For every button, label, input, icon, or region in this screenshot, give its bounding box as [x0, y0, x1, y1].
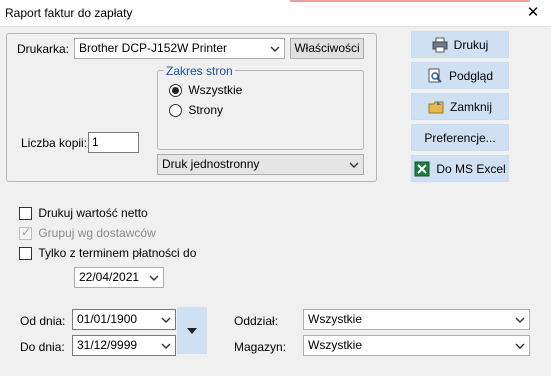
chevron-down-icon [270, 46, 280, 52]
copies-input[interactable]: 1 [88, 132, 139, 153]
radio-pages-label: Strony [188, 103, 224, 117]
preview-button[interactable]: Podgląd [411, 62, 509, 89]
net-value-label: Drukuj wartość netto [38, 206, 148, 220]
excel-icon [414, 161, 430, 176]
excel-export-button[interactable]: Do MS Excel [411, 155, 509, 182]
close-window-icon[interactable]: ✕ [522, 3, 544, 23]
radio-all-label: Wszystkie [188, 83, 243, 97]
due-only-check-indicator [19, 247, 32, 261]
chevron-down-icon [349, 162, 359, 168]
due-date-picker[interactable]: 22/04/2021 [74, 267, 164, 288]
print-button-label: Drukuj [453, 37, 489, 52]
radio-all-indicator [169, 84, 182, 98]
print-button[interactable]: Drukuj [411, 31, 509, 58]
net-value-checkbox[interactable]: Drukuj wartość netto [19, 206, 148, 221]
chevron-down-icon [161, 317, 171, 323]
branch-select-value: Wszystkie [308, 312, 362, 326]
printer-label: Drukarka: [17, 42, 70, 56]
triangle-down-icon [187, 328, 197, 334]
net-value-check-indicator [19, 207, 32, 221]
printer-select-value: Brother DCP-J152W Printer [79, 41, 228, 55]
from-date-label: Od dnia: [20, 314, 66, 328]
group-suppliers-checkbox: Grupuj wg dostawców [19, 225, 156, 241]
from-date-picker[interactable]: 01/01/1900 [72, 309, 176, 330]
due-only-label: Tylko z terminem płatności do [38, 246, 197, 260]
radio-page-range[interactable]: Strony [169, 103, 224, 118]
window-title: Raport faktur do zapłaty [5, 6, 133, 20]
preview-icon [428, 68, 442, 83]
close-folder-icon [428, 100, 444, 113]
printer-select[interactable]: Brother DCP-J152W Printer [74, 38, 285, 59]
excel-export-button-label: Do MS Excel [436, 161, 506, 176]
radio-pages-indicator [169, 104, 182, 118]
preferences-button-label: Preferencje... [424, 130, 496, 145]
branch-label: Oddział: [234, 314, 279, 328]
chevron-down-icon [161, 343, 171, 349]
close-button-label: Zamknij [449, 99, 492, 114]
copies-label: Liczba kopii: [21, 136, 88, 150]
warehouse-select-value: Wszystkie [308, 338, 362, 352]
due-date-value: 22/04/2021 [79, 270, 140, 284]
due-only-checkbox[interactable]: Tylko z terminem płatności do [19, 246, 197, 261]
radio-all-pages[interactable]: Wszystkie [169, 83, 243, 98]
to-date-value: 31/12/9999 [77, 338, 138, 352]
date-range-dropdown-button[interactable] [177, 307, 207, 354]
close-button[interactable]: Zamknij [411, 93, 509, 120]
preview-button-label: Podgląd [448, 68, 494, 83]
printer-icon [432, 37, 448, 52]
duplex-select-value: Druk jednostronny [162, 157, 260, 171]
title-decoration [290, 0, 530, 2]
from-date-value: 01/01/1900 [77, 312, 138, 326]
page-range-legend: Zakres stron [164, 64, 235, 78]
printer-properties-button[interactable]: Właściwości [290, 38, 364, 59]
branch-select[interactable]: Wszystkie [303, 309, 530, 330]
to-date-label: Do dnia: [20, 340, 65, 354]
group-suppliers-label: Grupuj wg dostawców [38, 226, 156, 240]
to-date-picker[interactable]: 31/12/9999 [72, 335, 176, 356]
warehouse-select[interactable]: Wszystkie [303, 335, 530, 356]
group-suppliers-check-indicator [19, 225, 32, 241]
warehouse-label: Magazyn: [234, 340, 287, 354]
chevron-down-icon [515, 343, 525, 349]
duplex-select[interactable]: Druk jednostronny [157, 154, 364, 175]
chevron-down-icon [149, 275, 159, 281]
preferences-button[interactable]: Preferencje... [411, 124, 509, 151]
chevron-down-icon [515, 317, 525, 323]
